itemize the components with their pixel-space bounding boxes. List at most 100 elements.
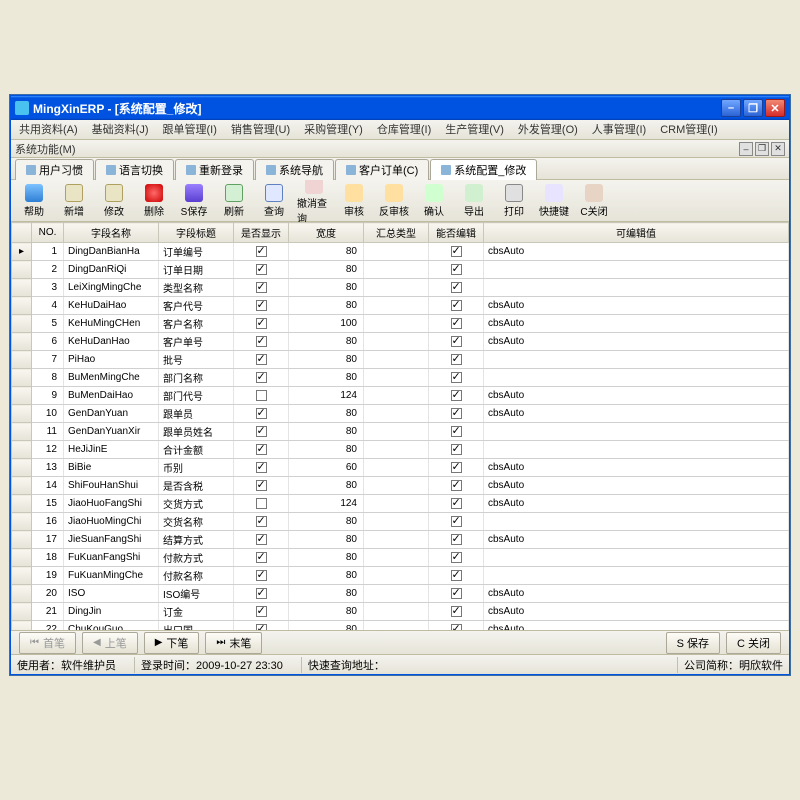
cell-fieldname[interactable]: DingJin bbox=[64, 603, 159, 621]
cell-editvalue[interactable]: cbsAuto bbox=[484, 243, 789, 261]
close-button[interactable]: ✕ bbox=[765, 99, 785, 117]
cell-width[interactable]: 80 bbox=[289, 261, 364, 279]
cell-sumtype[interactable] bbox=[364, 477, 429, 495]
cell-width[interactable]: 80 bbox=[289, 441, 364, 459]
checkbox-icon[interactable] bbox=[256, 336, 267, 347]
row-header[interactable] bbox=[12, 441, 32, 459]
col-header-4[interactable]: 宽度 bbox=[289, 223, 364, 243]
menu-item-5[interactable]: 仓库管理(I) bbox=[373, 120, 435, 138]
cell-fieldtitle[interactable]: 客户代号 bbox=[159, 297, 234, 315]
checkbox-icon[interactable] bbox=[256, 354, 267, 365]
table-row[interactable]: 18FuKuanFangShi付款方式80 bbox=[12, 549, 789, 567]
menu-item-0[interactable]: 共用资料(A) bbox=[15, 120, 82, 138]
cell-fieldname[interactable]: JieSuanFangShi bbox=[64, 531, 159, 549]
cell-sumtype[interactable] bbox=[364, 441, 429, 459]
cell-editvalue[interactable]: cbsAuto bbox=[484, 531, 789, 549]
cell-fieldtitle[interactable]: 交货名称 bbox=[159, 513, 234, 531]
toolbar-del-button[interactable]: 删除 bbox=[137, 182, 171, 220]
table-row[interactable]: 21DingJin订金80cbsAuto bbox=[12, 603, 789, 621]
checkbox-icon[interactable] bbox=[451, 624, 462, 630]
col-header-6[interactable]: 能否编辑 bbox=[429, 223, 484, 243]
menu-item-2[interactable]: 跟单管理(I) bbox=[159, 120, 221, 138]
table-row[interactable]: 4KeHuDaiHao客户代号80cbsAuto bbox=[12, 297, 789, 315]
cell-fieldtitle[interactable]: ISO编号 bbox=[159, 585, 234, 603]
cell-editvalue[interactable]: cbsAuto bbox=[484, 405, 789, 423]
table-row[interactable]: 6KeHuDanHao客户单号80cbsAuto bbox=[12, 333, 789, 351]
cell-show[interactable] bbox=[234, 585, 289, 603]
cell-editvalue[interactable]: cbsAuto bbox=[484, 603, 789, 621]
cell-show[interactable] bbox=[234, 495, 289, 513]
col-header-3[interactable]: 是否显示 bbox=[234, 223, 289, 243]
toolbar-query-button[interactable]: 查询 bbox=[257, 182, 291, 220]
cell-sumtype[interactable] bbox=[364, 513, 429, 531]
cell-fieldtitle[interactable]: 交货方式 bbox=[159, 495, 234, 513]
minimize-button[interactable]: – bbox=[721, 99, 741, 117]
cell-width[interactable]: 80 bbox=[289, 531, 364, 549]
checkbox-icon[interactable] bbox=[256, 426, 267, 437]
row-header[interactable] bbox=[12, 405, 32, 423]
cell-sumtype[interactable] bbox=[364, 315, 429, 333]
cell-fieldtitle[interactable]: 部门代号 bbox=[159, 387, 234, 405]
checkbox-icon[interactable] bbox=[256, 552, 267, 563]
cell-fieldname[interactable]: GenDanYuanXir bbox=[64, 423, 159, 441]
last-record-button[interactable]: ⏭末笔 bbox=[205, 632, 262, 654]
row-header[interactable] bbox=[12, 423, 32, 441]
menu-item-system[interactable]: 系统功能(M) bbox=[15, 141, 76, 157]
next-record-button[interactable]: ▶下笔 bbox=[144, 632, 200, 654]
cell-editvalue[interactable]: cbsAuto bbox=[484, 297, 789, 315]
cell-editvalue[interactable]: cbsAuto bbox=[484, 315, 789, 333]
row-header[interactable] bbox=[12, 351, 32, 369]
cell-show[interactable] bbox=[234, 243, 289, 261]
checkbox-icon[interactable] bbox=[451, 246, 462, 257]
cell-fieldtitle[interactable]: 订单编号 bbox=[159, 243, 234, 261]
cell-width[interactable]: 124 bbox=[289, 495, 364, 513]
checkbox-icon[interactable] bbox=[256, 408, 267, 419]
cell-width[interactable]: 80 bbox=[289, 513, 364, 531]
cell-fieldtitle[interactable]: 币别 bbox=[159, 459, 234, 477]
cell-sumtype[interactable] bbox=[364, 459, 429, 477]
cell-fieldtitle[interactable]: 部门名称 bbox=[159, 369, 234, 387]
table-row[interactable]: 8BuMenMingChe部门名称80 bbox=[12, 369, 789, 387]
checkbox-icon[interactable] bbox=[451, 570, 462, 581]
menu-item-6[interactable]: 生产管理(V) bbox=[441, 120, 508, 138]
checkbox-icon[interactable] bbox=[451, 300, 462, 311]
cell-width[interactable]: 80 bbox=[289, 477, 364, 495]
first-record-button[interactable]: ⏮首笔 bbox=[19, 632, 76, 654]
toolbar-revoke-button[interactable]: 撤消查询 bbox=[297, 174, 331, 227]
cell-fieldname[interactable]: BuMenMingChe bbox=[64, 369, 159, 387]
menu-item-8[interactable]: 人事管理(I) bbox=[588, 120, 650, 138]
cell-editvalue[interactable]: cbsAuto bbox=[484, 333, 789, 351]
tab-1[interactable]: 语言切换 bbox=[95, 159, 174, 180]
cell-fieldname[interactable]: ChuKouGuo bbox=[64, 621, 159, 631]
checkbox-icon[interactable] bbox=[256, 318, 267, 329]
cell-editable[interactable] bbox=[429, 423, 484, 441]
cell-editable[interactable] bbox=[429, 477, 484, 495]
cell-fieldtitle[interactable]: 是否含税 bbox=[159, 477, 234, 495]
cell-editable[interactable] bbox=[429, 297, 484, 315]
cell-editvalue[interactable]: cbsAuto bbox=[484, 387, 789, 405]
cell-editable[interactable] bbox=[429, 315, 484, 333]
cell-fieldtitle[interactable]: 结算方式 bbox=[159, 531, 234, 549]
cell-editable[interactable] bbox=[429, 441, 484, 459]
cell-fieldtitle[interactable]: 跟单员姓名 bbox=[159, 423, 234, 441]
cell-fieldname[interactable]: GenDanYuan bbox=[64, 405, 159, 423]
cell-editable[interactable] bbox=[429, 459, 484, 477]
tab-2[interactable]: 重新登录 bbox=[175, 159, 254, 180]
cell-editvalue[interactable] bbox=[484, 549, 789, 567]
cell-show[interactable] bbox=[234, 531, 289, 549]
col-header-0[interactable]: NO. bbox=[32, 223, 64, 243]
row-header[interactable] bbox=[12, 513, 32, 531]
cell-fieldtitle[interactable]: 付款方式 bbox=[159, 549, 234, 567]
cell-width[interactable]: 60 bbox=[289, 459, 364, 477]
cell-show[interactable] bbox=[234, 441, 289, 459]
cell-width[interactable]: 80 bbox=[289, 603, 364, 621]
col-header-5[interactable]: 汇总类型 bbox=[364, 223, 429, 243]
checkbox-icon[interactable] bbox=[256, 282, 267, 293]
row-header[interactable] bbox=[12, 531, 32, 549]
cell-editable[interactable] bbox=[429, 405, 484, 423]
checkbox-icon[interactable] bbox=[256, 480, 267, 491]
toolbar-print-button[interactable]: 打印 bbox=[497, 182, 531, 220]
toolbar-audit-button[interactable]: 审核 bbox=[337, 182, 371, 220]
checkbox-icon[interactable] bbox=[451, 336, 462, 347]
checkbox-icon[interactable] bbox=[256, 300, 267, 311]
